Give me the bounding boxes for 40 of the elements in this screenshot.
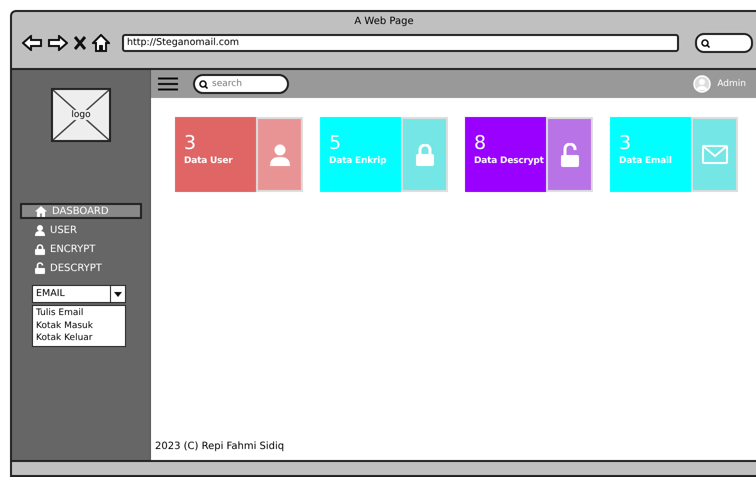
menu-icon[interactable] — [157, 77, 179, 91]
nav-item[interactable]: DESCRYPT — [20, 260, 142, 276]
search-icon — [199, 80, 208, 89]
nav-item[interactable]: DASBOARD — [20, 203, 142, 219]
stat-label: Data User — [184, 156, 234, 166]
stat-label: Data Descrypt — [474, 156, 545, 166]
logo-text: logo — [69, 110, 93, 120]
stat-count: 3 — [184, 132, 198, 154]
footer-text: 2023 (C) Repi Fahmi Sidiq — [154, 441, 286, 454]
nav-item[interactable]: USER — [20, 222, 142, 238]
caret-icon — [114, 292, 122, 296]
nav-item[interactable]: ENCRYPT — [20, 241, 142, 257]
search-field[interactable]: search — [193, 74, 289, 94]
user-icon — [35, 224, 45, 236]
stat-label: Data Email — [619, 156, 673, 166]
envelope-icon — [702, 145, 728, 164]
stat-label: Data Enkrip — [329, 156, 388, 166]
dropdown-option[interactable]: Tulis Email — [36, 307, 122, 320]
close-icon[interactable] — [74, 36, 86, 50]
dropdown-option[interactable]: Kotak Keluar — [36, 332, 122, 344]
unlock-icon — [560, 142, 578, 166]
home-icon — [35, 206, 47, 216]
logo-placeholder — [51, 88, 111, 142]
user-icon — [270, 144, 290, 166]
browser-search-field[interactable] — [695, 33, 753, 53]
dropdown-option[interactable]: Kotak Masuk — [36, 320, 122, 332]
stat-count: 3 — [619, 132, 632, 154]
forward-arrow-icon[interactable] — [48, 35, 68, 51]
unlock-icon — [35, 262, 45, 274]
stat-count: 5 — [329, 132, 342, 154]
search-icon — [701, 38, 710, 48]
back-arrow-icon[interactable] — [22, 35, 42, 51]
stat-count: 8 — [474, 132, 488, 154]
lock-icon — [416, 144, 434, 166]
avatar-icon[interactable] — [693, 75, 712, 93]
lock-icon — [35, 244, 45, 254]
address-bar[interactable]: http://Steganomail.com — [122, 34, 679, 52]
window-title: A Web Page — [353, 15, 415, 29]
dropdown[interactable]: EMAIL — [32, 285, 126, 303]
home-icon[interactable] — [92, 34, 110, 52]
